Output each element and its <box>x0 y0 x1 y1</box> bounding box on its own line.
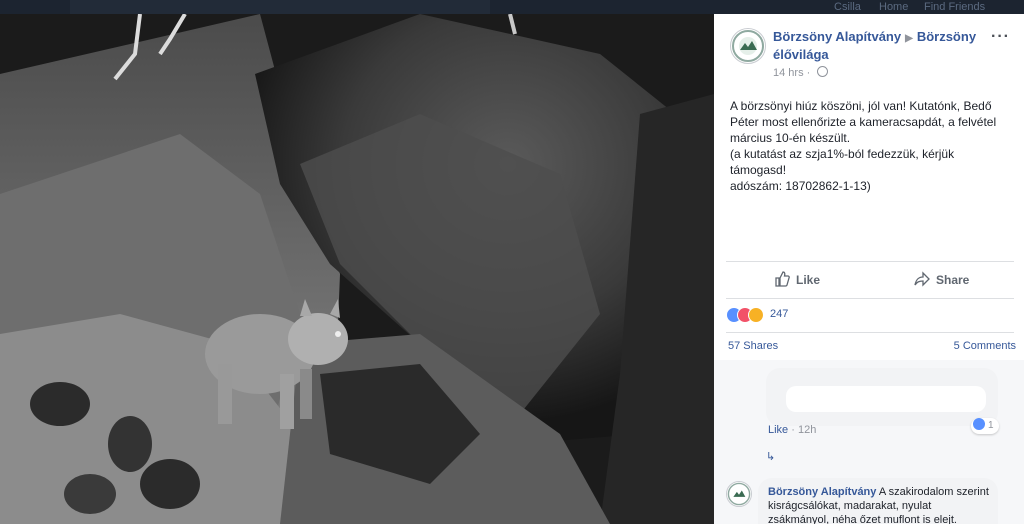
post-actions: Like Share <box>726 265 1014 295</box>
triangle-right-icon: ▶ <box>905 33 913 44</box>
comment-text: Börzsöny Alapítvány A szakirodalom szeri… <box>768 485 990 524</box>
share-arrow-icon <box>914 271 930 287</box>
topbar-item-find-friends[interactable]: Find Friends <box>924 0 985 14</box>
like-button[interactable]: Like <box>774 265 820 295</box>
post-body: A börzsönyi hiúz köszöni, jól van! Kutat… <box>730 98 1012 194</box>
trail-camera-image <box>0 14 714 524</box>
comment-like-link[interactable]: Like <box>768 424 788 436</box>
thumbs-up-icon <box>775 271 790 287</box>
top-strip-left <box>70 0 490 14</box>
comment-reaction-badge[interactable]: 1 <box>971 418 999 434</box>
share-label: Share <box>936 273 970 287</box>
redacted-comment-text <box>786 386 986 412</box>
comment-meta: Like · 12h <box>768 424 817 436</box>
foundation-logo-icon <box>727 482 751 506</box>
comment-bubble <box>766 368 998 426</box>
comment-author-avatar[interactable] <box>726 481 752 507</box>
wow-icon <box>748 307 764 323</box>
divider <box>726 332 1014 333</box>
post-header: Börzsöny Alapítvány ▶ Börzsöny élővilága 1… <box>730 28 1020 88</box>
post-text-line: adószám: 18702862-1-13) <box>730 179 871 193</box>
comment-time[interactable]: 12h <box>798 424 816 436</box>
post-meta: 14 hrs · <box>773 66 829 79</box>
like-label: Like <box>796 273 821 287</box>
comment-reaction-count: 1 <box>988 420 994 431</box>
top-strip-right: Csilla Home Find Friends <box>604 0 1024 14</box>
page-name-link[interactable]: Börzsöny Alapítvány <box>773 29 901 44</box>
post-timestamp[interactable]: 14 hrs <box>773 67 804 79</box>
share-button[interactable]: Share <box>914 265 969 295</box>
divider <box>726 298 1014 299</box>
post-text-line: A börzsönyi hiúz köszöni, jól van! Kutat… <box>730 99 997 145</box>
like-icon <box>973 418 985 430</box>
post-photo[interactable] <box>0 14 714 524</box>
comments-section: 1 Like · 12h ↳ Börzsöny Alapítvány A sza… <box>714 360 1024 524</box>
browser-top-strip: Csilla Home Find Friends <box>0 0 1024 14</box>
post-sidebar: Börzsöny Alapítvány ▶ Börzsöny élővilága 1… <box>714 14 1024 524</box>
post-text-line: (a kutatást az szja1%-ból fedezzük, kérj… <box>730 147 955 177</box>
topbar-item-home[interactable]: Home <box>879 0 908 14</box>
page-avatar[interactable] <box>730 28 766 64</box>
reaction-count: 247 <box>770 308 789 320</box>
globe-icon <box>817 66 829 77</box>
ellipsis-icon[interactable]: ··· <box>991 28 1010 46</box>
comments-link[interactable]: 5 Comments <box>954 340 1016 352</box>
comment-bubble: Börzsöny Alapítvány A szakirodalom szeri… <box>758 478 998 524</box>
post-title: Börzsöny Alapítvány ▶ Börzsöny élővilága <box>773 29 983 63</box>
comment-author-link[interactable]: Börzsöny Alapítvány <box>768 486 876 498</box>
reply-arrow-icon[interactable]: ↳ <box>766 450 775 463</box>
divider <box>726 261 1014 262</box>
foundation-logo-icon <box>732 30 764 62</box>
topbar-item-profile[interactable]: Csilla <box>834 0 861 14</box>
shares-link[interactable]: 57 Shares <box>728 340 778 352</box>
